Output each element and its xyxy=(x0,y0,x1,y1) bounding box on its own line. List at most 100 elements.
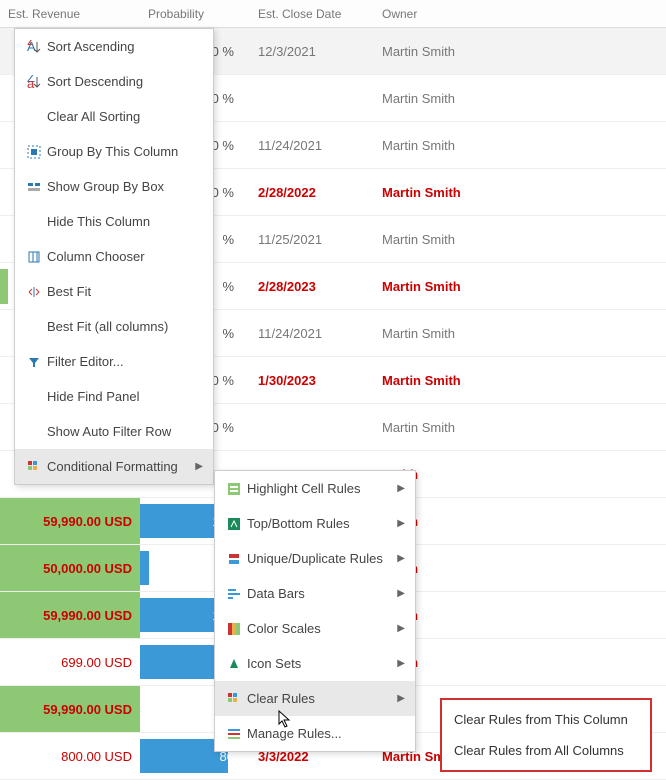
menu-color-scales[interactable]: Color Scales ▶ xyxy=(215,611,415,646)
color-scales-icon xyxy=(221,622,247,636)
menu-hide-column[interactable]: Hide This Column xyxy=(15,204,213,239)
menu-sort-ascending[interactable]: Az Sort Ascending xyxy=(15,29,213,64)
menu-clear-rules[interactable]: Clear Rules ▶ xyxy=(215,681,415,716)
menu-label: Data Bars xyxy=(247,586,305,601)
cell-owner: Martin Smith xyxy=(374,373,534,388)
menu-label: Best Fit xyxy=(47,284,91,299)
clear-rules-icon xyxy=(221,692,247,706)
chevron-right-icon: ▶ xyxy=(195,461,203,472)
menu-label: Hide This Column xyxy=(47,214,150,229)
cell-revenue: 59,990.00 USD xyxy=(0,686,140,732)
sort-asc-icon: Az xyxy=(21,40,47,54)
top-bottom-icon xyxy=(221,517,247,531)
column-chooser-icon xyxy=(21,250,47,264)
menu-label: Hide Find Panel xyxy=(47,389,140,404)
unique-dup-icon xyxy=(221,552,247,566)
menu-column-chooser[interactable]: Column Chooser xyxy=(15,239,213,274)
cell-close-date: 2/28/2022 xyxy=(250,185,374,200)
menu-show-auto-filter[interactable]: Show Auto Filter Row xyxy=(15,414,213,449)
cell-owner: Martin Smith xyxy=(374,232,534,247)
header-owner[interactable]: Owner xyxy=(374,7,534,21)
cell-close-date: 2/28/2023 xyxy=(250,279,374,294)
menu-icon-sets[interactable]: Icon Sets ▶ xyxy=(215,646,415,681)
menu-label: Sort Descending xyxy=(47,74,143,89)
cell-revenue: 800.00 USD xyxy=(0,749,140,764)
menu-clear-rules-this-column[interactable]: Clear Rules from This Column xyxy=(442,704,650,735)
icon-sets-icon xyxy=(221,657,247,671)
chevron-right-icon: ▶ xyxy=(397,483,405,494)
menu-label: Sort Ascending xyxy=(47,39,134,54)
menu-label: Icon Sets xyxy=(247,656,301,671)
chevron-right-icon: ▶ xyxy=(397,518,405,529)
menu-label: Color Scales xyxy=(247,621,321,636)
header-close-date[interactable]: Est. Close Date xyxy=(250,7,374,21)
highlight-icon xyxy=(221,482,247,496)
conditional-formatting-submenu: Highlight Cell Rules ▶ Top/Bottom Rules … xyxy=(214,470,416,752)
cell-revenue: 59,990.00 USD xyxy=(0,498,140,544)
column-context-menu: Az Sort Ascending Za Sort Descending Cle… xyxy=(14,28,214,485)
manage-rules-icon xyxy=(221,727,247,741)
menu-group-by-column[interactable]: Group By This Column xyxy=(15,134,213,169)
cell-owner: Martin Smith xyxy=(374,420,534,435)
menu-top-bottom-rules[interactable]: Top/Bottom Rules ▶ xyxy=(215,506,415,541)
menu-label: Show Auto Filter Row xyxy=(47,424,171,439)
probability-bar xyxy=(140,551,149,585)
svg-text:z: z xyxy=(27,40,34,48)
menu-sort-descending[interactable]: Za Sort Descending xyxy=(15,64,213,99)
filter-icon xyxy=(21,355,47,369)
menu-label: Filter Editor... xyxy=(47,354,124,369)
chevron-right-icon: ▶ xyxy=(397,623,405,634)
menu-label: Clear Rules xyxy=(247,691,315,706)
chevron-right-icon: ▶ xyxy=(397,588,405,599)
chevron-right-icon: ▶ xyxy=(397,553,405,564)
menu-data-bars[interactable]: Data Bars ▶ xyxy=(215,576,415,611)
svg-text:a: a xyxy=(27,76,35,89)
cell-revenue: 59,990.00 USD xyxy=(0,592,140,638)
cell-owner: Martin Smith xyxy=(374,91,534,106)
best-fit-icon xyxy=(21,285,47,299)
cell-owner: Martin Smith xyxy=(374,326,534,341)
menu-clear-sorting[interactable]: Clear All Sorting xyxy=(15,99,213,134)
cell-owner: Martin Smith xyxy=(374,138,534,153)
menu-label: Show Group By Box xyxy=(47,179,164,194)
column-header-row: Est. Revenue Probability Est. Close Date… xyxy=(0,0,666,28)
menu-best-fit[interactable]: Best Fit xyxy=(15,274,213,309)
cell-close-date: 11/24/2021 xyxy=(250,326,374,341)
menu-label: Column Chooser xyxy=(47,249,145,264)
menu-conditional-formatting[interactable]: Conditional Formatting ▶ xyxy=(15,449,213,484)
chevron-right-icon: ▶ xyxy=(397,658,405,669)
menu-label: Clear All Sorting xyxy=(47,109,140,124)
menu-label: Manage Rules... xyxy=(247,726,342,741)
cell-owner: Martin Smith xyxy=(374,44,534,59)
menu-best-fit-all[interactable]: Best Fit (all columns) xyxy=(15,309,213,344)
menu-hide-find-panel[interactable]: Hide Find Panel xyxy=(15,379,213,414)
menu-label: Highlight Cell Rules xyxy=(247,481,360,496)
menu-label: Conditional Formatting xyxy=(47,459,178,474)
menu-label: Best Fit (all columns) xyxy=(47,319,168,334)
cell-close-date: 11/25/2021 xyxy=(250,232,374,247)
cell-close-date: 1/30/2023 xyxy=(250,373,374,388)
menu-highlight-rules[interactable]: Highlight Cell Rules ▶ xyxy=(215,471,415,506)
menu-clear-rules-all-columns[interactable]: Clear Rules from All Columns xyxy=(442,735,650,766)
clear-rules-submenu: Clear Rules from This Column Clear Rules… xyxy=(440,698,652,772)
cell-owner: Martin Smith xyxy=(374,279,534,294)
menu-show-group-box[interactable]: Show Group By Box xyxy=(15,169,213,204)
cell-revenue: 50,000.00 USD xyxy=(0,545,140,591)
chevron-right-icon: ▶ xyxy=(397,693,405,704)
cell-owner: Martin Smith xyxy=(374,185,534,200)
row-indicator-handle xyxy=(0,269,8,304)
menu-unique-duplicate[interactable]: Unique/Duplicate Rules ▶ xyxy=(215,541,415,576)
menu-label: Top/Bottom Rules xyxy=(247,516,350,531)
menu-label: Unique/Duplicate Rules xyxy=(247,551,383,566)
menu-manage-rules[interactable]: Manage Rules... xyxy=(215,716,415,751)
cell-close-date: 12/3/2021 xyxy=(250,44,374,59)
menu-filter-editor[interactable]: Filter Editor... xyxy=(15,344,213,379)
header-est-revenue[interactable]: Est. Revenue xyxy=(0,7,140,21)
group-box-icon xyxy=(21,180,47,194)
header-probability[interactable]: Probability xyxy=(140,7,250,21)
data-bars-icon xyxy=(221,587,247,601)
menu-label: Group By This Column xyxy=(47,144,178,159)
cell-close-date: 11/24/2021 xyxy=(250,138,374,153)
group-icon xyxy=(21,145,47,159)
sort-desc-icon: Za xyxy=(21,75,47,89)
